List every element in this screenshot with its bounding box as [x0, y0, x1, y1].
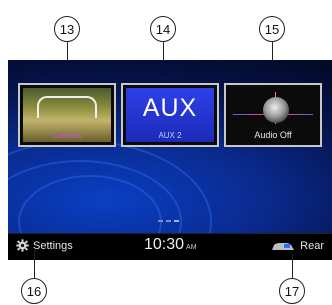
audio-thumbnail: Audio Off — [229, 88, 317, 142]
callout-14: 14 — [150, 16, 176, 42]
clock: 10:30 AM — [144, 236, 197, 254]
settings-label: Settings — [33, 239, 73, 252]
rear-button[interactable]: Rear — [270, 240, 324, 252]
audio-knob-icon — [263, 97, 289, 123]
status-bar: Settings 10:30 AM Rear — [8, 233, 332, 260]
camera-tile-label: Camera — [52, 131, 82, 140]
camera-thumbnail: Camera — [23, 88, 111, 142]
callout-16: 16 — [21, 278, 47, 304]
camera-tile[interactable]: Camera — [18, 83, 116, 147]
rear-seat-icon — [272, 243, 295, 250]
page-dot — [158, 220, 163, 222]
callout-15: 15 — [259, 16, 285, 42]
clock-ampm: AM — [186, 244, 197, 251]
settings-button[interactable]: Settings — [16, 239, 73, 252]
callout-17-leader — [292, 254, 293, 280]
callout-13: 13 — [54, 16, 80, 42]
aux-tile-title: AUX — [142, 94, 198, 122]
page-indicator — [158, 220, 179, 222]
car-outline-icon — [37, 96, 97, 118]
callout-16-leader — [34, 248, 35, 280]
clock-time: 10:30 — [144, 236, 185, 253]
page-dot-active — [174, 220, 179, 222]
aux-thumbnail: AUX AUX 2 — [126, 88, 214, 142]
callout-17: 17 — [279, 278, 305, 304]
home-screen: Camera AUX AUX 2 Audio Off Settings 10:3… — [8, 60, 332, 260]
aux-tile-label: AUX 2 — [158, 131, 182, 140]
audio-tile-label: Audio Off — [254, 130, 292, 140]
aux-tile[interactable]: AUX AUX 2 — [121, 83, 219, 147]
gear-icon — [16, 239, 29, 252]
audio-off-tile[interactable]: Audio Off — [224, 83, 322, 147]
page-dot — [166, 220, 171, 222]
rear-label: Rear — [300, 240, 324, 252]
